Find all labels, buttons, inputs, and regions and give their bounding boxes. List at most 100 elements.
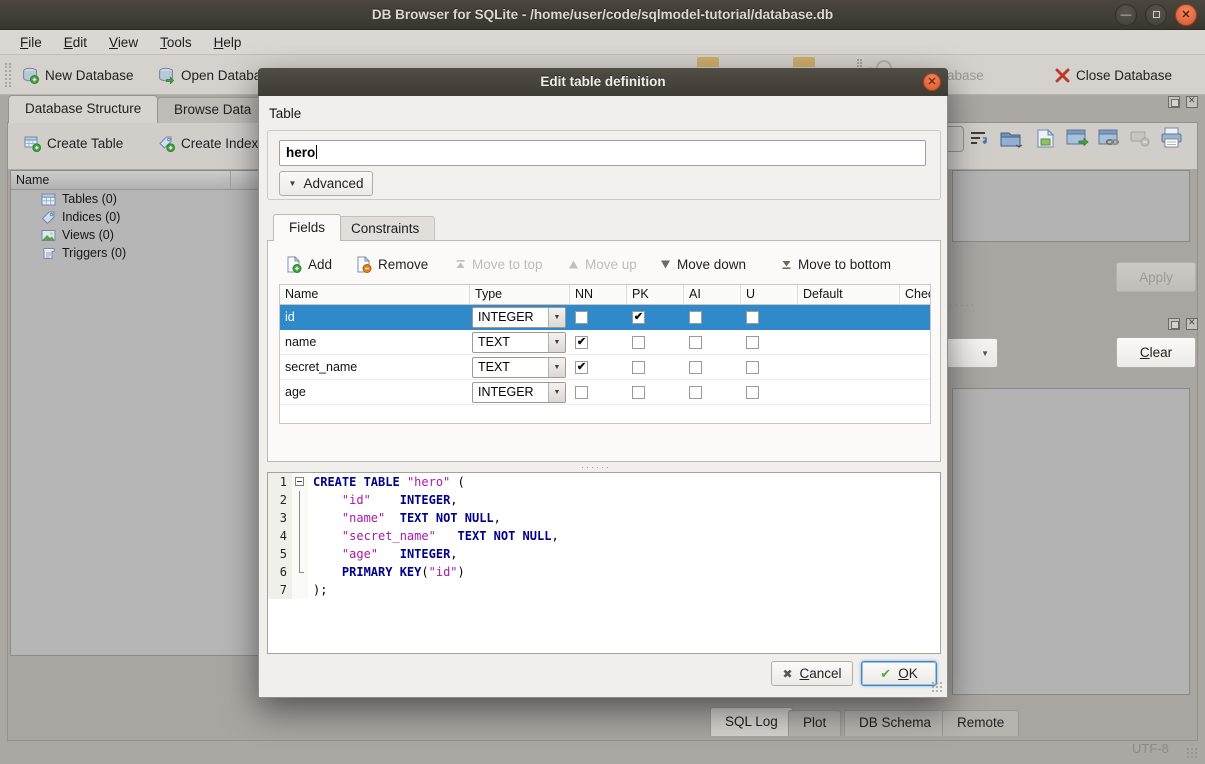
field-row-id[interactable]: idINTEGER▼ ✔	[280, 305, 930, 330]
cancel-button[interactable]: ✖ Cancel	[771, 661, 853, 686]
remove-field-button[interactable]: Remove	[355, 252, 428, 276]
filter-icon[interactable]	[1130, 131, 1152, 147]
type-select[interactable]: TEXT▼	[472, 357, 566, 378]
fold-margin[interactable]	[292, 527, 308, 545]
grid-header-u[interactable]: U	[741, 285, 798, 305]
field-name[interactable]: age	[280, 385, 470, 399]
tab-remote[interactable]: Remote	[942, 710, 1019, 736]
pk-checkbox[interactable]	[632, 386, 645, 399]
menu-tools[interactable]: Tools	[150, 32, 202, 53]
advanced-button[interactable]: ▼ Advanced	[279, 171, 373, 196]
type-select[interactable]: TEXT▼	[472, 332, 566, 353]
grid-header-check[interactable]: Check	[900, 285, 931, 305]
export-cell-icon[interactable]	[1035, 128, 1056, 149]
grid-header-nn[interactable]: NN	[570, 285, 627, 305]
print-icon[interactable]	[1160, 127, 1183, 149]
dock-close-icon[interactable]	[1186, 318, 1198, 330]
field-row-age[interactable]: ageINTEGER▼	[280, 380, 930, 405]
open-in-editor-icon[interactable]	[1098, 128, 1121, 149]
grid-header-type[interactable]: Type	[470, 285, 570, 305]
tab-plot[interactable]: Plot	[788, 710, 841, 736]
apply-button[interactable]: Apply	[1116, 262, 1196, 292]
fold-margin[interactable]	[292, 473, 308, 491]
field-row-secret_name[interactable]: secret_nameTEXT▼ ✔	[280, 355, 930, 380]
u-checkbox[interactable]	[746, 361, 759, 374]
pk-checkbox[interactable]	[632, 361, 645, 374]
ok-button[interactable]: ✔ OK	[861, 661, 937, 686]
sql-log-area[interactable]	[952, 388, 1190, 695]
ai-checkbox[interactable]	[689, 311, 702, 324]
nn-checkbox[interactable]	[575, 386, 588, 399]
fold-margin[interactable]	[292, 491, 308, 509]
nn-checkbox[interactable]: ✔	[575, 361, 588, 374]
fold-collapse-icon[interactable]	[295, 477, 304, 486]
menu-edit[interactable]: Edit	[54, 32, 97, 53]
tab-constraints[interactable]: Constraints	[335, 216, 435, 241]
fold-margin[interactable]	[292, 545, 308, 563]
tab-db-schema[interactable]: DB Schema	[844, 710, 946, 736]
resize-grip[interactable]	[1186, 747, 1199, 760]
sql-preview[interactable]: 1CREATE TABLE "hero" (2 "id" INTEGER,3 "…	[267, 472, 941, 654]
type-value: INTEGER	[473, 310, 548, 324]
dock-splitter[interactable]: ······	[944, 300, 976, 311]
fold-margin[interactable]	[292, 509, 308, 527]
tab-fields[interactable]: Fields	[273, 214, 341, 241]
close-button[interactable]: ✕	[1175, 4, 1197, 26]
maximize-button[interactable]	[1145, 4, 1167, 26]
minimize-button[interactable]: —	[1115, 4, 1137, 26]
dialog-resize-grip[interactable]	[931, 681, 944, 694]
nn-checkbox[interactable]: ✔	[575, 336, 588, 349]
dialog-close-button[interactable]: ✕	[923, 73, 941, 91]
grid-header-default[interactable]: Default	[798, 285, 900, 305]
toolbar-grip[interactable]	[5, 63, 11, 87]
move-to-top-button[interactable]: Move to top	[455, 252, 543, 276]
cell-editor-area[interactable]	[952, 170, 1190, 242]
tab-browse-data[interactable]: Browse Data	[157, 97, 268, 123]
move-down-button[interactable]: Move down	[660, 252, 746, 276]
tab-database-structure[interactable]: Database Structure	[8, 95, 158, 123]
menu-help[interactable]: Help	[204, 32, 252, 53]
pk-checkbox[interactable]: ✔	[632, 311, 645, 324]
ai-checkbox[interactable]	[689, 386, 702, 399]
close-database-button[interactable]: Close Database	[1055, 63, 1172, 87]
grid-header-name[interactable]: Name	[280, 285, 470, 305]
tree-header-name[interactable]: Name	[11, 171, 231, 189]
create-table-button[interactable]: Create Table	[24, 135, 123, 152]
import-cell-icon[interactable]	[999, 127, 1023, 149]
new-database-button[interactable]: New Database	[22, 63, 134, 87]
menu-view[interactable]: View	[99, 32, 148, 53]
set-null-icon[interactable]	[1066, 128, 1089, 149]
ai-checkbox[interactable]	[689, 361, 702, 374]
clear-button[interactable]: Clear	[1116, 337, 1196, 368]
menu-file[interactable]: File	[10, 32, 52, 53]
field-name[interactable]: id	[280, 310, 470, 324]
field-row-name[interactable]: nameTEXT▼ ✔	[280, 330, 930, 355]
table-name-input[interactable]: hero	[279, 140, 926, 166]
fold-margin[interactable]	[292, 581, 308, 599]
type-select[interactable]: INTEGER▼	[472, 382, 566, 403]
dialog-splitter[interactable]: ······	[259, 462, 933, 472]
u-checkbox[interactable]	[746, 336, 759, 349]
move-to-bottom-button[interactable]: Move to bottom	[781, 252, 891, 276]
field-name[interactable]: secret_name	[280, 360, 470, 374]
ai-checkbox[interactable]	[689, 336, 702, 349]
fold-margin[interactable]	[292, 563, 308, 581]
line-number: 4	[268, 527, 292, 545]
u-checkbox[interactable]	[746, 386, 759, 399]
dock-close-icon[interactable]	[1186, 96, 1198, 108]
add-field-button[interactable]: Add	[285, 252, 332, 276]
create-index-button[interactable]: Create Index	[158, 135, 258, 152]
u-checkbox[interactable]	[746, 311, 759, 324]
word-wrap-icon[interactable]	[969, 129, 989, 149]
move-up-button[interactable]: Move up	[568, 252, 637, 276]
maximize-icon	[1153, 11, 1160, 18]
grid-header-pk[interactable]: PK	[627, 285, 684, 305]
dock-float-icon[interactable]	[1168, 96, 1180, 108]
tab-sql-log[interactable]: SQL Log	[710, 707, 793, 736]
pk-checkbox[interactable]	[632, 336, 645, 349]
nn-checkbox[interactable]	[575, 311, 588, 324]
grid-header-ai[interactable]: AI	[684, 285, 741, 305]
dock-float-icon[interactable]	[1168, 318, 1180, 330]
type-select[interactable]: INTEGER▼	[472, 307, 566, 328]
field-name[interactable]: name	[280, 335, 470, 349]
